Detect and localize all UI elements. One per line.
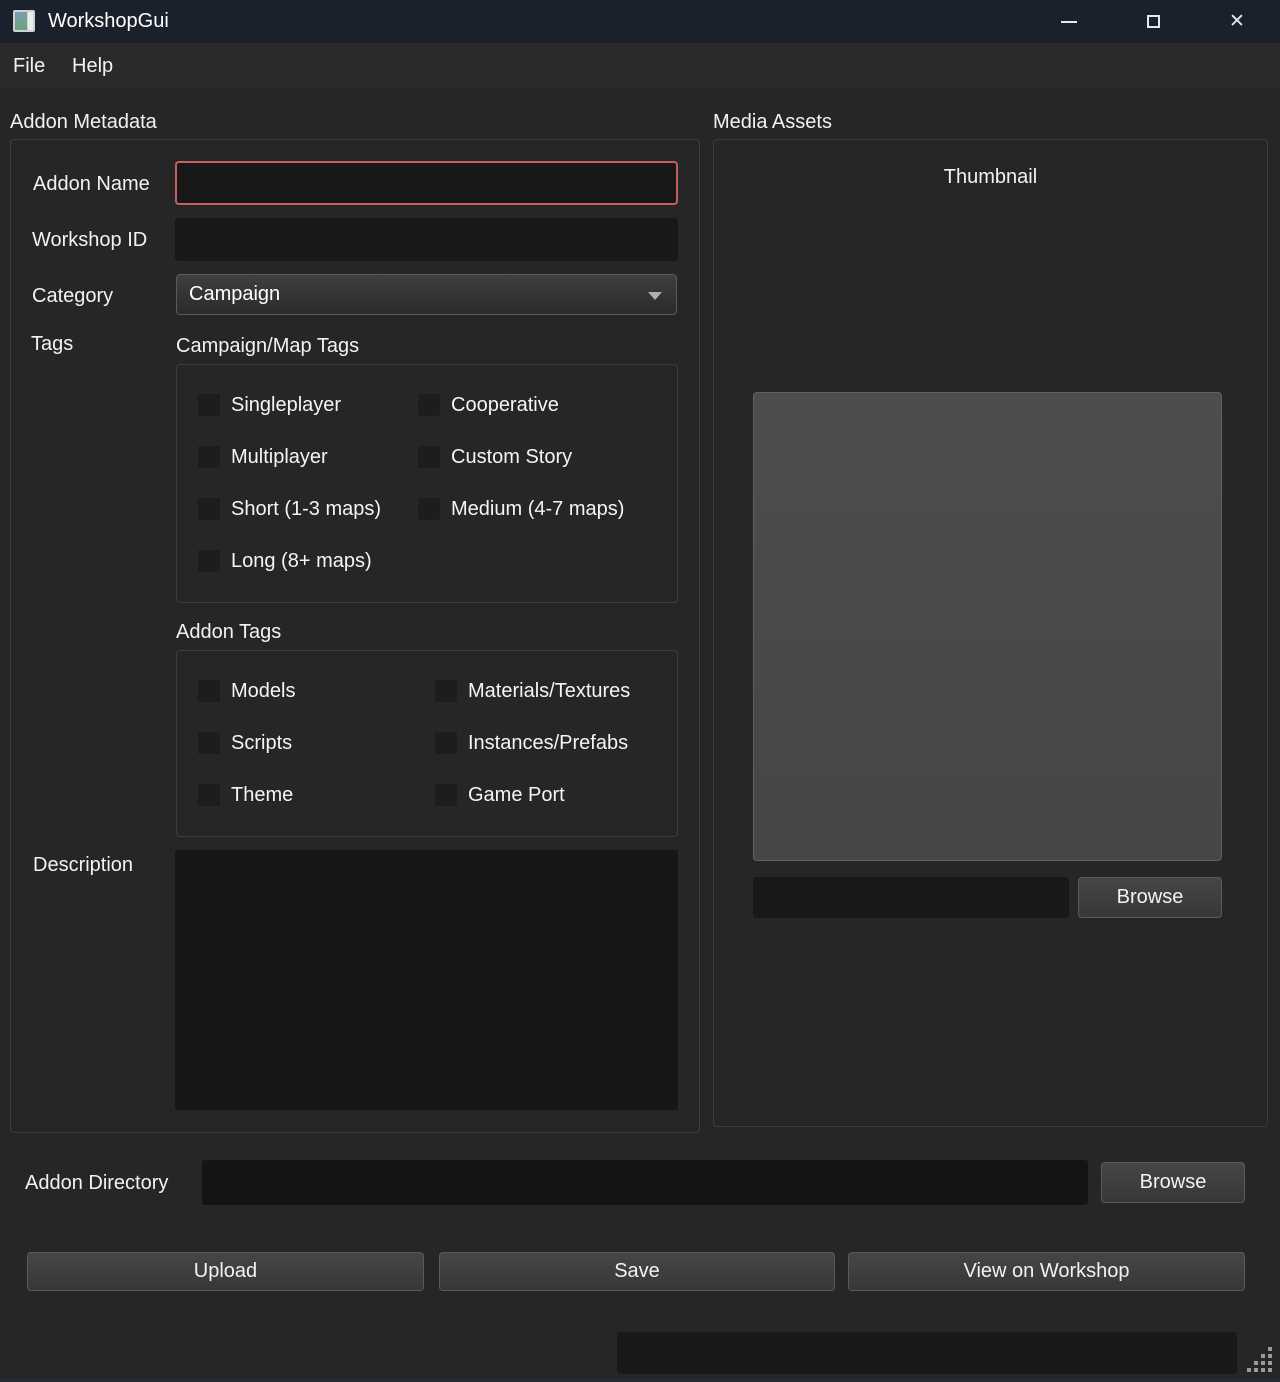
checkbox-label: Multiplayer — [231, 446, 328, 468]
checkbox-theme[interactable]: Theme — [198, 784, 293, 806]
addon-directory-input[interactable] — [202, 1160, 1088, 1205]
checkbox-label: Singleplayer — [231, 394, 341, 416]
thumbnail-preview — [753, 392, 1222, 861]
media-assets-heading: Media Assets — [713, 111, 832, 133]
checkbox-custom-story[interactable]: Custom Story — [418, 446, 572, 468]
description-textarea[interactable] — [175, 850, 678, 1110]
checkbox-icon — [435, 784, 457, 806]
checkbox-icon — [198, 732, 220, 754]
tags-label: Tags — [31, 333, 73, 355]
minimize-icon — [1061, 21, 1077, 23]
app-image-icon — [13, 10, 35, 32]
checkbox-label: Scripts — [231, 732, 292, 754]
addon-name-label: Addon Name — [33, 173, 150, 195]
checkbox-icon — [198, 680, 220, 702]
checkbox-label: Custom Story — [451, 446, 572, 468]
window-title: WorkshopGui — [48, 0, 169, 43]
minimize-button[interactable] — [1046, 0, 1092, 43]
checkbox-medium-maps[interactable]: Medium (4-7 maps) — [418, 498, 624, 520]
title-bar: WorkshopGui ✕ — [0, 0, 1280, 43]
checkbox-instances-prefabs[interactable]: Instances/Prefabs — [435, 732, 628, 754]
checkbox-multiplayer[interactable]: Multiplayer — [198, 446, 328, 468]
checkbox-icon — [418, 394, 440, 416]
checkbox-long-maps[interactable]: Long (8+ maps) — [198, 550, 372, 572]
checkbox-label: Game Port — [468, 784, 565, 806]
menu-file[interactable]: File — [7, 43, 51, 89]
category-selected-value: Campaign — [189, 283, 280, 306]
chevron-down-icon — [648, 292, 662, 300]
checkbox-singleplayer[interactable]: Singleplayer — [198, 394, 341, 416]
menu-bar: File Help — [0, 43, 1280, 89]
app-icon-stripe — [28, 12, 33, 30]
checkbox-scripts[interactable]: Scripts — [198, 732, 292, 754]
checkbox-models[interactable]: Models — [198, 680, 295, 702]
checkbox-cooperative[interactable]: Cooperative — [418, 394, 559, 416]
save-button[interactable]: Save — [439, 1252, 835, 1291]
close-icon: ✕ — [1229, 12, 1245, 31]
checkbox-label: Cooperative — [451, 394, 559, 416]
checkbox-icon — [198, 446, 220, 468]
status-output-box — [617, 1332, 1237, 1374]
addon-directory-browse-button[interactable]: Browse — [1101, 1162, 1245, 1203]
addon-name-input[interactable] — [175, 161, 678, 205]
workshop-id-label: Workshop ID — [32, 229, 147, 251]
maximize-button[interactable] — [1130, 0, 1176, 43]
checkbox-materials-textures[interactable]: Materials/Textures — [435, 680, 630, 702]
campaign-map-tags-title: Campaign/Map Tags — [176, 335, 359, 357]
category-dropdown[interactable]: Campaign — [176, 274, 677, 315]
checkbox-label: Theme — [231, 784, 293, 806]
upload-button[interactable]: Upload — [27, 1252, 424, 1291]
checkbox-label: Instances/Prefabs — [468, 732, 628, 754]
checkbox-label: Materials/Textures — [468, 680, 630, 702]
close-button[interactable]: ✕ — [1214, 0, 1260, 43]
checkbox-icon — [435, 680, 457, 702]
checkbox-icon — [418, 498, 440, 520]
view-on-workshop-button[interactable]: View on Workshop — [848, 1252, 1245, 1291]
thumbnail-browse-button[interactable]: Browse — [1078, 877, 1222, 918]
checkbox-label: Short (1-3 maps) — [231, 498, 381, 520]
maximize-icon — [1147, 15, 1160, 28]
checkbox-icon — [198, 550, 220, 572]
checkbox-icon — [198, 498, 220, 520]
workshop-id-input[interactable] — [175, 218, 678, 261]
checkbox-icon — [435, 732, 457, 754]
checkbox-short-maps[interactable]: Short (1-3 maps) — [198, 498, 381, 520]
thumbnail-path-input[interactable] — [753, 877, 1069, 918]
thumbnail-label: Thumbnail — [713, 166, 1268, 188]
checkbox-icon — [198, 394, 220, 416]
checkbox-label: Models — [231, 680, 295, 702]
addon-directory-label: Addon Directory — [25, 1172, 168, 1194]
resize-grip-icon[interactable] — [1268, 1368, 1272, 1372]
checkbox-icon — [198, 784, 220, 806]
checkbox-icon — [418, 446, 440, 468]
checkbox-label: Long (8+ maps) — [231, 550, 372, 572]
category-label: Category — [32, 285, 113, 307]
window-bottom-edge — [0, 1378, 1280, 1382]
addon-tags-title: Addon Tags — [176, 621, 281, 643]
menu-help[interactable]: Help — [66, 43, 119, 89]
checkbox-game-port[interactable]: Game Port — [435, 784, 565, 806]
addon-metadata-heading: Addon Metadata — [10, 111, 157, 133]
checkbox-label: Medium (4-7 maps) — [451, 498, 624, 520]
workshop-gui-window: WorkshopGui ✕ File Help Addon Metadata A… — [0, 0, 1280, 1382]
app-icon-picture — [15, 12, 27, 30]
description-label: Description — [33, 854, 133, 876]
